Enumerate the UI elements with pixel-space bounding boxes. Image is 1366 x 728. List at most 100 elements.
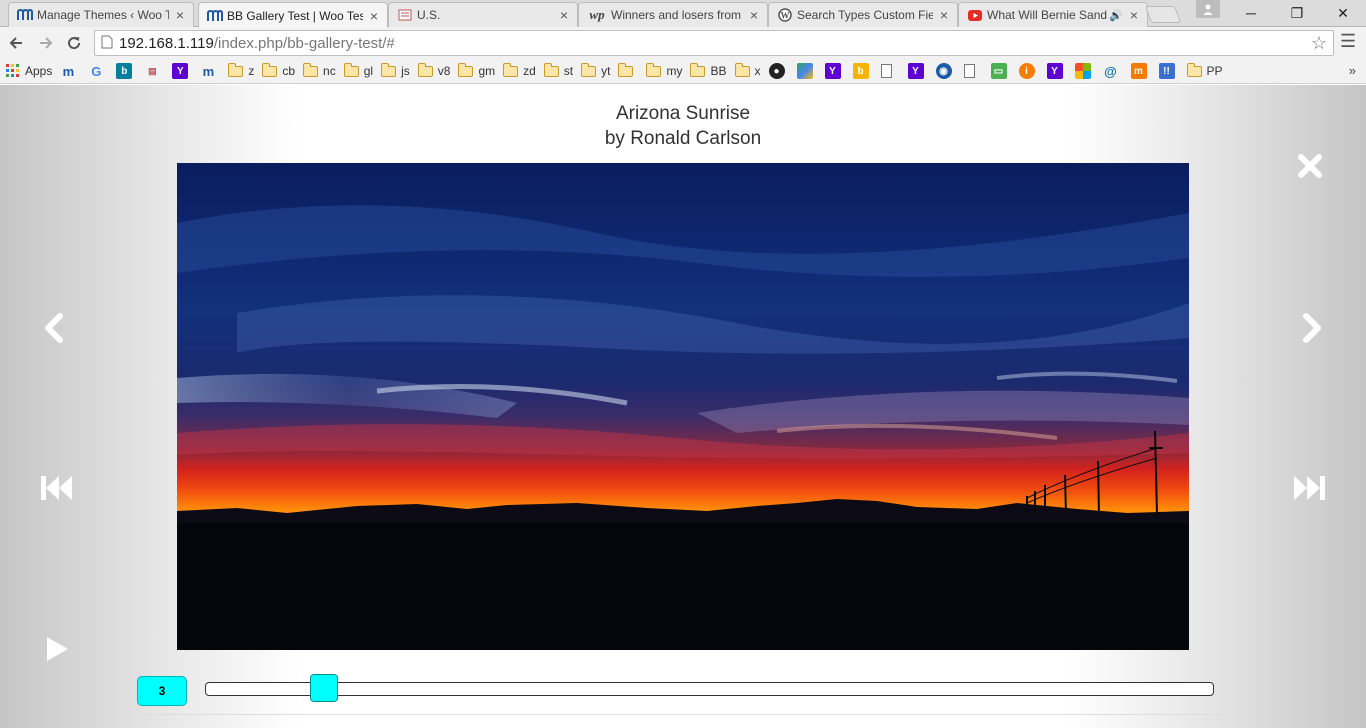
tab-bb-gallery-test[interactable]: BB Gallery Test | Woo Test × xyxy=(198,2,388,28)
back-button[interactable] xyxy=(4,31,28,55)
bookmark-folder[interactable]: v8 xyxy=(417,62,450,78)
arrow-left-icon xyxy=(9,37,22,49)
bookmark-doc[interactable] xyxy=(880,64,900,78)
woo-m-icon xyxy=(17,7,33,23)
bookmark-folder[interactable]: zd xyxy=(503,62,536,78)
close-window-button[interactable]: ✕ xyxy=(1320,0,1366,26)
first-image-button[interactable] xyxy=(38,470,74,506)
info-icon: i xyxy=(1018,63,1035,79)
bookmark-label: BB xyxy=(710,64,727,78)
bookmarks-bar: Apps m G b ▤ Y m z cb nc gl js v8 gm zd … xyxy=(0,59,1366,84)
folder-icon xyxy=(262,62,278,77)
folder-icon xyxy=(303,62,319,77)
close-icon xyxy=(1298,154,1322,178)
gallery-photo[interactable] xyxy=(177,163,1189,650)
next-image-button[interactable] xyxy=(1296,310,1328,346)
new-tab-button[interactable] xyxy=(1144,6,1182,23)
play-slideshow-button[interactable] xyxy=(42,633,72,665)
tab-search-types[interactable]: W Search Types Custom Field × xyxy=(768,2,958,27)
bookmark-folder[interactable]: z xyxy=(228,62,255,78)
bookmark-orange[interactable]: i xyxy=(1018,63,1039,79)
minimize-icon: ─ xyxy=(1246,5,1256,21)
bookmark-folder[interactable]: gm xyxy=(458,62,495,78)
forward-button[interactable] xyxy=(34,31,58,55)
chevron-left-icon xyxy=(45,313,63,343)
tab-bernie[interactable]: What Will Bernie Sand 🔊 × xyxy=(958,2,1148,27)
bookmark-noaa[interactable]: ◉ xyxy=(935,63,956,79)
bookmark-folder[interactable]: yt xyxy=(581,62,610,78)
folder-icon xyxy=(543,62,559,77)
bookmark-folder[interactable]: st xyxy=(543,62,573,78)
current-index: 3 xyxy=(158,684,166,698)
bookmark-doc[interactable] xyxy=(963,64,983,78)
bookmark-label: z xyxy=(248,64,255,78)
tab-us[interactable]: U.S. × xyxy=(388,2,578,27)
bookmark-folder[interactable] xyxy=(618,62,638,77)
folder-icon xyxy=(381,62,397,77)
bookmark-microsoft[interactable] xyxy=(1074,63,1095,79)
bookmarks-overflow-icon[interactable]: » xyxy=(1349,63,1356,78)
tab-title: What Will Bernie Sand xyxy=(987,8,1108,22)
bookmark-woo-2[interactable]: m xyxy=(200,63,220,79)
arrow-right-icon xyxy=(40,37,53,49)
folder-icon xyxy=(618,62,634,77)
bookmark-edge[interactable]: @ xyxy=(1103,63,1123,79)
edge-icon: @ xyxy=(1104,63,1117,79)
bookmark-maps[interactable] xyxy=(796,63,817,79)
bookmark-folder[interactable]: cb xyxy=(262,62,295,78)
bookmark-folder[interactable]: js xyxy=(381,62,410,78)
bookmark-folder[interactable]: nc xyxy=(303,62,336,78)
close-icon[interactable]: × xyxy=(557,7,571,23)
bookmark-blue[interactable]: !! xyxy=(1158,63,1179,79)
bookmark-woo[interactable]: m xyxy=(60,63,80,79)
bookmark-github[interactable]: ● xyxy=(768,63,789,79)
bookmark-news[interactable]: ▤ xyxy=(144,63,164,79)
bookmark-yahoo[interactable]: Y xyxy=(824,63,845,79)
url-path: /index.php/bb-gallery-test/# xyxy=(213,34,395,52)
yahoo-icon: Y xyxy=(907,63,924,79)
close-gallery-button[interactable] xyxy=(1294,150,1326,182)
minimize-button[interactable]: ─ xyxy=(1228,0,1274,26)
bookmark-google[interactable]: G xyxy=(88,63,108,79)
tab-winners-losers[interactable]: wp Winners and losers from × xyxy=(578,2,768,27)
tab-title: Manage Themes ‹ Woo Test xyxy=(37,8,169,22)
restore-button[interactable]: ❐ xyxy=(1274,0,1320,26)
bookmark-yahoo[interactable]: Y xyxy=(172,63,192,79)
close-icon[interactable]: × xyxy=(173,7,187,23)
google-icon: G xyxy=(91,63,102,79)
bookmark-folder[interactable]: x xyxy=(734,62,761,78)
chrome-menu-icon[interactable]: ☰ xyxy=(1340,31,1356,52)
reload-button[interactable] xyxy=(62,31,86,55)
profile-button[interactable] xyxy=(1196,0,1220,18)
image-counter: 3 xyxy=(137,676,187,706)
close-icon[interactable]: × xyxy=(937,7,951,23)
bookmark-apps[interactable]: Apps xyxy=(6,64,52,78)
folder-icon xyxy=(458,62,474,77)
close-icon[interactable]: × xyxy=(367,8,381,24)
speaker-icon: 🔊 xyxy=(1109,9,1123,22)
bookmark-orange-2[interactable]: m xyxy=(1130,63,1151,79)
close-icon[interactable]: × xyxy=(1127,7,1141,23)
gallery-slider[interactable] xyxy=(205,674,1214,702)
yahoo-icon: Y xyxy=(824,63,841,79)
bookmark-folder[interactable]: PP xyxy=(1186,62,1223,78)
bookmark-green[interactable]: ▭ xyxy=(990,63,1011,79)
close-icon[interactable]: × xyxy=(747,7,761,23)
folder-icon xyxy=(690,62,706,77)
bookmark-folder[interactable]: my xyxy=(646,62,682,78)
svg-text:W: W xyxy=(781,11,790,21)
slider-thumb[interactable] xyxy=(310,674,338,702)
address-bar[interactable]: 192.168.1.119/index.php/bb-gallery-test/… xyxy=(94,30,1334,56)
bookmark-folder[interactable]: BB xyxy=(690,62,727,78)
last-image-button[interactable] xyxy=(1292,470,1328,506)
tab-manage-themes[interactable]: Manage Themes ‹ Woo Test × xyxy=(8,2,194,27)
bookmark-star-icon[interactable]: ☆ xyxy=(1311,33,1327,54)
bookmark-yahoo[interactable]: Y xyxy=(1046,63,1067,79)
youtube-icon xyxy=(967,7,983,23)
bookmark-bing[interactable]: b xyxy=(116,63,136,79)
bookmark-folder[interactable]: gl xyxy=(343,62,373,78)
bookmark-bing[interactable]: b xyxy=(852,63,873,79)
person-icon xyxy=(1203,4,1213,15)
previous-image-button[interactable] xyxy=(38,310,70,346)
bookmark-yahoo[interactable]: Y xyxy=(907,63,928,79)
